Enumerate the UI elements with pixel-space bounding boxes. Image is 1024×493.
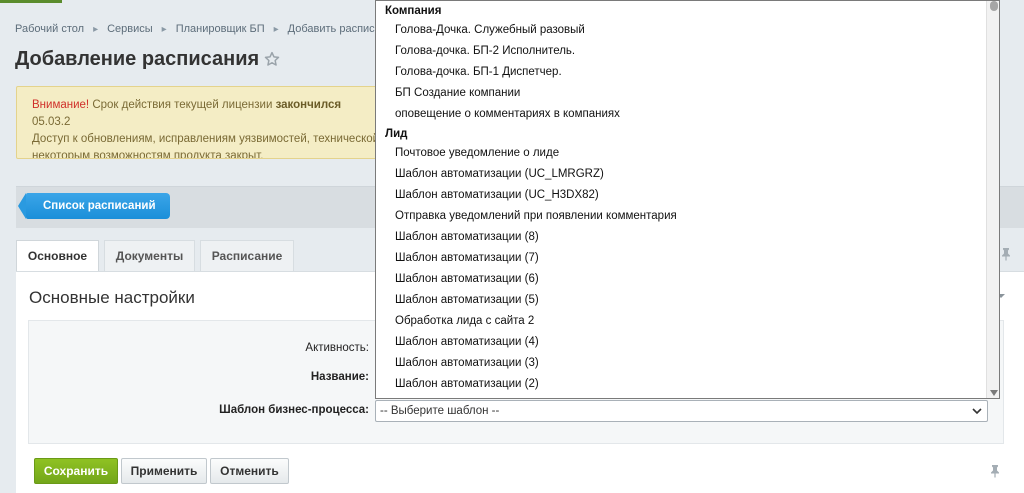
apply-button[interactable]: Применить <box>121 458 207 484</box>
scroll-down-arrow-icon[interactable] <box>990 390 998 396</box>
template-label: Шаблон бизнес-процесса: <box>219 404 369 416</box>
pin-icon[interactable] <box>999 247 1013 261</box>
warning-text: Срок действия текущей лицензии <box>89 99 276 111</box>
tab-main[interactable]: Основное <box>16 240 99 272</box>
dropdown-option[interactable]: оповещение о комментариях в компаниях <box>395 108 620 120</box>
breadcrumb-item-desktop[interactable]: Рабочий стол <box>15 23 84 35</box>
star-icon[interactable] <box>263 50 281 68</box>
dropdown-option[interactable]: Голова-дочка. БП-1 Диспетчер. <box>395 66 562 78</box>
license-warning-line-3: некоторым возможностям продукта закрыт. <box>32 150 264 159</box>
dropdown-option[interactable]: Шаблон автоматизации (3) <box>395 357 539 369</box>
top-accent-bar <box>0 0 62 3</box>
tab-documents[interactable]: Документы <box>104 240 195 271</box>
breadcrumb-item-services[interactable]: Сервисы <box>107 23 153 35</box>
breadcrumb-separator-icon: ▸ <box>161 24 167 35</box>
license-warning-line-2: Доступ к обновлениям, исправлениям уязви… <box>32 133 380 145</box>
dropdown-group-company: Компания <box>385 5 442 17</box>
warning-date: 05.03.2 <box>32 116 71 128</box>
warning-text-bold: закончился <box>275 99 342 111</box>
name-label: Название: <box>310 371 369 383</box>
dropdown-scrollbar[interactable] <box>986 1 999 398</box>
dropdown-option[interactable]: Шаблон автоматизации (UC_H3DX82) <box>395 189 599 201</box>
warning-label: Внимание! <box>32 99 90 111</box>
breadcrumb: Рабочий стол ▸ Сервисы ▸ Планировщик БП ▸ Доба… <box>15 23 399 35</box>
dropdown-option[interactable]: БП Создание компании <box>395 87 520 99</box>
section-title: Основные настройки <box>29 288 195 307</box>
cancel-button[interactable]: Отменить <box>210 458 289 484</box>
dropdown-option[interactable]: Голова-дочка. БП-2 Исполнитель. <box>395 45 575 57</box>
dropdown-option[interactable]: Шаблон автоматизации (8) <box>395 231 539 243</box>
license-warning: Внимание! Срок действия текущей лицензии… <box>16 86 396 159</box>
template-dropdown-list[interactable]: Компания Голова-Дочка. Служебный разовый… <box>375 0 1000 399</box>
license-warning-line-1: Внимание! Срок действия текущей лицензии… <box>32 97 380 131</box>
pin-icon[interactable] <box>988 464 1002 478</box>
dropdown-option[interactable]: Почтовое уведомление о лиде <box>395 147 559 159</box>
breadcrumb-separator-icon: ▸ <box>93 24 99 35</box>
save-button[interactable]: Сохранить <box>34 458 118 484</box>
dropdown-option[interactable]: Голова-Дочка. Служебный разовый <box>395 24 585 36</box>
activity-label: Активность: <box>305 342 369 354</box>
tab-schedule[interactable]: Расписание <box>200 240 294 271</box>
dropdown-option[interactable]: Отправка уведомлений при появлении комме… <box>395 210 677 222</box>
page-title: Добавление расписания <box>15 48 260 70</box>
breadcrumb-item-bp-scheduler[interactable]: Планировщик БП <box>176 23 265 35</box>
scrollbar-thumb[interactable] <box>990 1 998 11</box>
dropdown-option[interactable]: Шаблон автоматизации (2) <box>395 378 539 390</box>
dropdown-option[interactable]: Обработка лида с сайта 2 <box>395 315 534 327</box>
dropdown-option[interactable]: Шаблон автоматизации (7) <box>395 252 539 264</box>
dropdown-group-lead: Лид <box>385 128 408 140</box>
dropdown-option[interactable]: Шаблон автоматизации (6) <box>395 273 539 285</box>
template-select[interactable]: -- Выберите шаблон -- <box>375 400 988 422</box>
chevron-down-icon <box>972 408 982 415</box>
dropdown-option[interactable]: Шаблон автоматизации (5) <box>395 294 539 306</box>
dropdown-option[interactable]: Шаблон автоматизации (UC_LMRGRZ) <box>395 168 604 180</box>
dropdown-option[interactable]: Шаблон автоматизации (4) <box>395 336 539 348</box>
schedule-list-button[interactable]: Список расписаний <box>18 193 170 219</box>
breadcrumb-separator-icon: ▸ <box>273 24 279 35</box>
template-select-value: -- Выберите шаблон -- <box>380 405 500 417</box>
